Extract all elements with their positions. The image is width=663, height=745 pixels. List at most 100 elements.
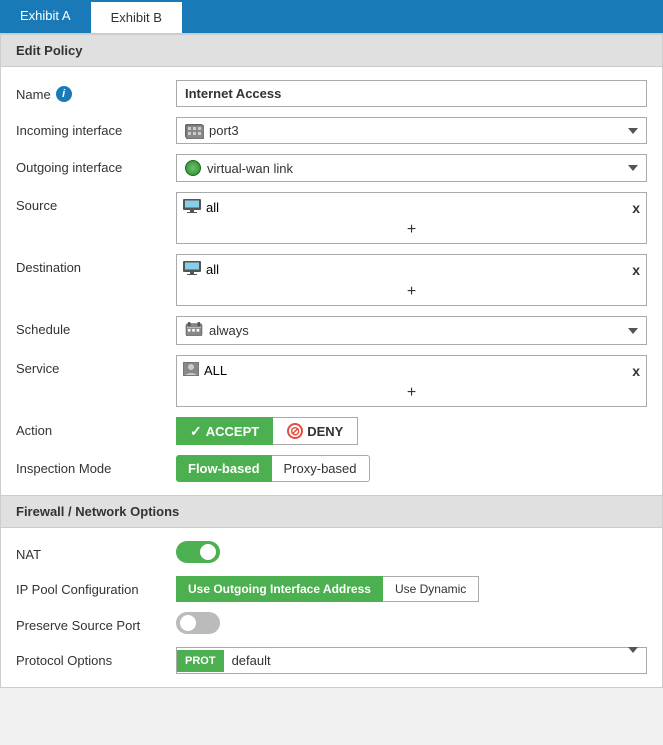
service-label: Service	[16, 355, 176, 376]
nat-toggle[interactable]	[176, 541, 220, 563]
preserve-source-port-toggle[interactable]	[176, 612, 220, 634]
source-close-icon[interactable]: x	[632, 200, 640, 216]
source-tag-item: all	[183, 199, 219, 216]
action-label: Action	[16, 417, 176, 438]
service-value: ALL	[204, 363, 227, 378]
deny-label: DENY	[307, 424, 343, 439]
destination-row: Destination	[16, 249, 647, 311]
schedule-value: always	[209, 323, 249, 338]
outgoing-interface-value: virtual-wan link	[207, 161, 293, 176]
deny-icon: ⊘	[287, 423, 303, 439]
outgoing-interface-select[interactable]: virtual-wan link	[176, 154, 647, 182]
destination-tag-row: all x	[183, 259, 640, 280]
protocol-select[interactable]: PROT default	[176, 647, 647, 674]
destination-close-icon[interactable]: x	[632, 262, 640, 278]
preserve-source-port-control	[176, 612, 647, 637]
protocol-options-control: PROT default	[176, 647, 647, 674]
destination-value: all	[206, 262, 219, 277]
name-row: Name i	[16, 75, 647, 112]
firewall-options-form: NAT IP Pool Configuration Use Outgoing I…	[1, 528, 662, 687]
ip-pool-buttons: Use Outgoing Interface Address Use Dynam…	[176, 576, 647, 602]
globe-icon	[185, 160, 201, 176]
incoming-interface-row: Incoming interface	[16, 112, 647, 149]
tab-exhibit-a[interactable]: Exhibit A	[0, 0, 91, 33]
nat-slider	[176, 541, 220, 563]
schedule-label: Schedule	[16, 316, 176, 337]
use-dynamic-button[interactable]: Use Dynamic	[383, 576, 479, 602]
service-tag-row: ALL x	[183, 360, 640, 381]
service-icon	[183, 362, 199, 379]
source-tag-box[interactable]: all x +	[176, 192, 647, 244]
ip-pool-row: IP Pool Configuration Use Outgoing Inter…	[16, 571, 647, 607]
service-row: Service ALL	[16, 350, 647, 412]
schedule-select[interactable]: always	[176, 316, 647, 345]
accept-button[interactable]: ✓ ACCEPT	[176, 417, 273, 445]
schedule-row: Schedule	[16, 311, 647, 350]
source-monitor-icon	[183, 199, 201, 216]
protocol-options-row: Protocol Options PROT default	[16, 642, 647, 679]
source-control: all x +	[176, 192, 647, 244]
name-control	[176, 80, 647, 107]
destination-monitor-icon	[183, 261, 201, 278]
inspection-mode-control: Flow-based Proxy-based	[176, 455, 647, 482]
flow-based-button[interactable]: Flow-based	[176, 455, 272, 482]
source-tag-row: all x	[183, 197, 640, 218]
edit-policy-form: Name i Incoming interface	[1, 67, 662, 495]
accept-check-icon: ✓	[190, 423, 202, 440]
firewall-options-header: Firewall / Network Options	[1, 495, 662, 528]
outgoing-interface-control: virtual-wan link	[176, 154, 647, 182]
destination-label: Destination	[16, 254, 176, 275]
proxy-based-button[interactable]: Proxy-based	[272, 455, 370, 482]
service-tag-box[interactable]: ALL x +	[176, 355, 647, 407]
preserve-source-port-label: Preserve Source Port	[16, 612, 176, 633]
use-outgoing-button[interactable]: Use Outgoing Interface Address	[176, 576, 383, 602]
name-input[interactable]	[176, 80, 647, 107]
nat-control	[176, 541, 647, 566]
source-value: all	[206, 200, 219, 215]
nat-row: NAT	[16, 536, 647, 571]
protocol-chevron-icon	[628, 647, 638, 668]
ip-pool-label: IP Pool Configuration	[16, 576, 176, 597]
inspection-mode-buttons: Flow-based Proxy-based	[176, 455, 647, 482]
incoming-interface-value: port3	[209, 123, 239, 138]
inspection-mode-label: Inspection Mode	[16, 455, 176, 476]
tab-exhibit-b[interactable]: Exhibit B	[91, 0, 182, 33]
outgoing-interface-chevron	[628, 165, 638, 171]
action-buttons: ✓ ACCEPT ⊘ DENY	[176, 417, 647, 445]
deny-button[interactable]: ⊘ DENY	[273, 417, 358, 445]
destination-control: all x +	[176, 254, 647, 306]
main-container: Edit Policy Name i Incoming interface	[0, 33, 663, 688]
source-row: Source	[16, 187, 647, 249]
destination-tag-box[interactable]: all x +	[176, 254, 647, 306]
protocol-chevron	[620, 648, 646, 673]
preserve-source-port-slider	[176, 612, 220, 634]
destination-add-btn[interactable]: +	[183, 283, 640, 301]
name-label: Name i	[16, 80, 176, 102]
prot-badge: PROT	[177, 650, 224, 672]
service-add-btn[interactable]: +	[183, 384, 640, 402]
schedule-chevron	[628, 328, 638, 334]
destination-tag-item: all	[183, 261, 219, 278]
incoming-interface-control: port3	[176, 117, 647, 144]
inspection-mode-row: Inspection Mode Flow-based Proxy-based	[16, 450, 647, 487]
schedule-icon	[185, 322, 203, 339]
protocol-value: default	[224, 648, 620, 673]
outgoing-interface-label: Outgoing interface	[16, 154, 176, 175]
edit-policy-header: Edit Policy	[1, 34, 662, 67]
info-icon: i	[56, 86, 72, 102]
source-add-btn[interactable]: +	[183, 221, 640, 239]
incoming-interface-chevron	[628, 128, 638, 134]
preserve-source-port-row: Preserve Source Port	[16, 607, 647, 642]
service-close-icon[interactable]: x	[632, 363, 640, 379]
source-label: Source	[16, 192, 176, 213]
service-control: ALL x +	[176, 355, 647, 407]
protocol-options-label: Protocol Options	[16, 647, 176, 668]
action-control: ✓ ACCEPT ⊘ DENY	[176, 417, 647, 445]
nat-label: NAT	[16, 541, 176, 562]
ip-pool-control: Use Outgoing Interface Address Use Dynam…	[176, 576, 647, 602]
tabs-bar: Exhibit A Exhibit B	[0, 0, 663, 33]
accept-label: ACCEPT	[206, 424, 259, 439]
incoming-interface-select[interactable]: port3	[176, 117, 647, 144]
action-row: Action ✓ ACCEPT ⊘ DENY	[16, 412, 647, 450]
port-icon	[185, 124, 203, 138]
